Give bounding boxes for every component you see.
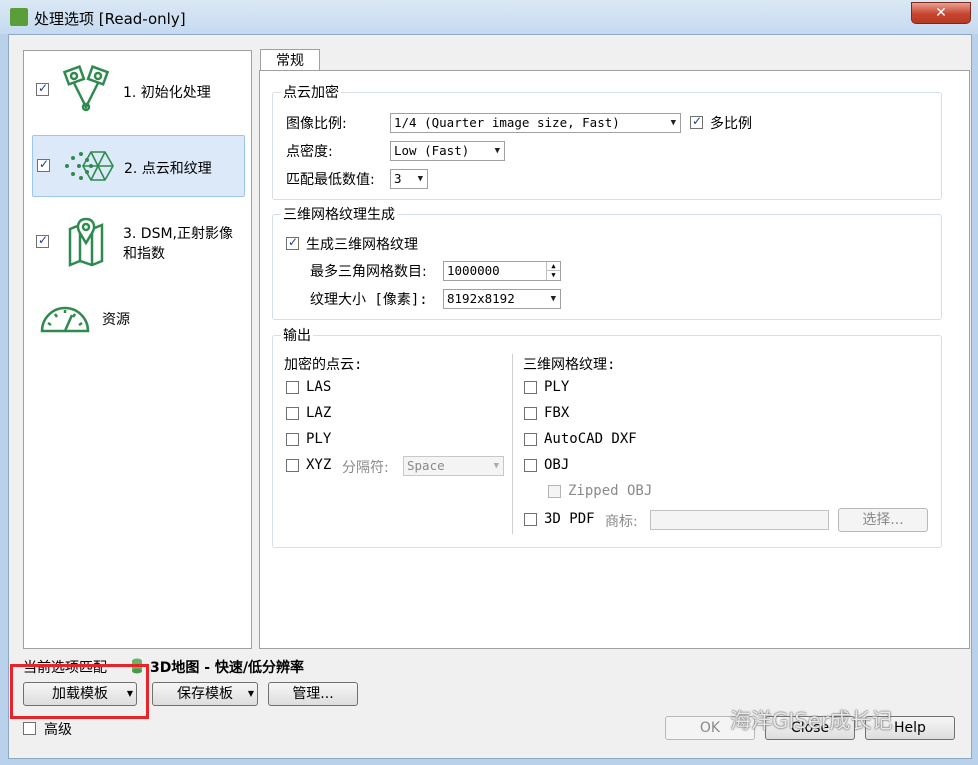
point-density-label: 点密度: <box>286 144 333 160</box>
point-cloud-icon <box>65 151 114 181</box>
gauge-icon <box>40 306 90 333</box>
chevron-down-icon: ▼ <box>493 461 499 471</box>
output-zipped-obj-label: Zipped OBJ <box>568 483 653 499</box>
output-fbx-label: FBX <box>544 405 570 421</box>
left-nav: 1. 初始化处理 2. 点云和纹理 3. DSM, <box>23 50 252 649</box>
texture-size-label: 纹理大小 [像素]: <box>310 292 428 308</box>
min-match-select[interactable]: 3 ▼ <box>390 169 428 189</box>
output-las-checkbox[interactable] <box>286 381 299 394</box>
texture-size-select[interactable]: 8192x8192 ▼ <box>443 289 561 309</box>
current-template-value: 3D地图 - 快速/低分辨率 <box>150 660 305 676</box>
tab-general[interactable]: 常规 <box>260 49 320 72</box>
nav-item-pointcloud-mesh[interactable]: 2. 点云和纹理 <box>32 135 245 197</box>
output-divider <box>512 354 513 534</box>
nav-label-resources: 资源 <box>102 312 130 328</box>
output-obj-checkbox[interactable] <box>524 459 537 472</box>
save-template-label: 保存模板 <box>177 686 233 702</box>
chevron-down-icon: ▼ <box>417 174 423 184</box>
nav-check-dsm[interactable] <box>36 233 49 248</box>
save-template-button[interactable]: 保存模板 ▼ <box>152 682 258 706</box>
delimiter-value: Space <box>407 458 445 473</box>
output-3dpdf-checkbox[interactable] <box>524 513 537 526</box>
group-mesh-title: 三维网格纹理生成 <box>281 204 397 224</box>
point-density-value: Low (Fast) <box>394 143 470 158</box>
output-3dpdf-label: 3D PDF <box>544 511 595 527</box>
output-fbx-checkbox[interactable] <box>524 407 537 420</box>
app-icon <box>10 8 28 26</box>
highlight-box <box>10 664 149 719</box>
mesh-output-header: 三维网格纹理: <box>523 357 616 373</box>
output-ply-checkbox[interactable] <box>286 433 299 446</box>
group-densify: 点云加密 图像比例: 1/4 (Quarter image size, Fast… <box>272 82 942 200</box>
point-density-select[interactable]: Low (Fast) ▼ <box>390 141 505 161</box>
pointcloud-output-header: 加密的点云: <box>284 357 363 373</box>
nav-label-initial: 1. 初始化处理 <box>123 85 211 101</box>
delimiter-label: 分隔符: <box>342 460 389 476</box>
min-match-label: 匹配最低数值: <box>286 172 375 188</box>
manage-button[interactable]: 管理... <box>268 682 358 706</box>
output-dxf-label: AutoCAD DXF <box>544 431 637 447</box>
output-mesh-ply-label: PLY <box>544 379 570 395</box>
output-laz-label: LAZ <box>306 405 332 421</box>
output-dxf-checkbox[interactable] <box>524 433 537 446</box>
output-mesh-ply-checkbox[interactable] <box>524 381 537 394</box>
max-triangles-input[interactable]: 1000000 ▲ ▼ <box>443 261 561 281</box>
output-las-label: LAS <box>306 379 332 395</box>
multiscale-checkbox[interactable] <box>690 114 703 129</box>
window-title: 处理选项 [Read-only] <box>34 10 186 28</box>
image-scale-label: 图像比例: <box>286 116 347 132</box>
logo-path-input[interactable] <box>650 510 829 530</box>
chevron-down-icon: ▼ <box>550 294 556 304</box>
choose-logo-button[interactable]: 选择... <box>838 508 928 532</box>
multiscale-label: 多比例 <box>710 116 752 132</box>
nav-item-initial-processing[interactable]: 1. 初始化处理 <box>32 57 243 127</box>
generate-mesh-label: 生成三维网格纹理 <box>306 237 418 253</box>
output-ply-label: PLY <box>306 431 332 447</box>
group-mesh: 三维网格纹理生成 生成三维网格纹理 最多三角网格数目: 1000000 ▲▼ 纹… <box>272 204 942 320</box>
nav-check-initial[interactable] <box>36 81 49 96</box>
output-xyz-checkbox[interactable] <box>286 459 299 472</box>
nav-item-dsm[interactable]: 3. DSM,正射影像 和指数 <box>32 211 243 277</box>
close-window-button[interactable]: ✕ <box>911 2 971 24</box>
texture-size-value: 8192x8192 <box>447 291 515 306</box>
group-densify-title: 点云加密 <box>281 82 341 102</box>
min-match-value: 3 <box>394 171 402 186</box>
group-output-title: 输出 <box>281 325 313 345</box>
delimiter-select[interactable]: Space ▼ <box>403 456 504 476</box>
max-triangles-label: 最多三角网格数目: <box>310 264 427 280</box>
advanced-checkbox[interactable] <box>23 722 36 735</box>
chevron-down-icon: ▼ <box>494 146 500 156</box>
output-obj-label: OBJ <box>544 457 570 473</box>
nav-label-dsm-line1: 3. DSM,正射影像 <box>123 226 234 242</box>
watermark: 海洋GISer成长记 <box>730 709 893 733</box>
output-xyz-label: XYZ <box>306 457 332 473</box>
generate-mesh-checkbox[interactable] <box>286 235 299 250</box>
nav-item-resources[interactable]: 资源 <box>32 295 243 341</box>
nav-check-pointcloud[interactable] <box>37 157 50 172</box>
max-triangles-value: 1000000 <box>447 263 500 278</box>
group-output: 输出 加密的点云: LAS LAZ PLY XYZ 分隔符: Space ▼ 三维… <box>272 325 942 548</box>
title-bar[interactable]: 处理选项 [Read-only] ✕ <box>0 0 978 34</box>
dropdown-arrow-icon: ▼ <box>247 689 254 698</box>
advanced-label: 高级 <box>44 722 72 738</box>
camera-pair-icon <box>62 65 110 112</box>
spin-down-icon[interactable]: ▼ <box>546 270 560 280</box>
logo-label: 商标: <box>605 514 638 530</box>
nav-label-dsm-line2: 和指数 <box>123 246 165 262</box>
nav-label-pointcloud: 2. 点云和纹理 <box>124 161 212 177</box>
map-pin-icon <box>68 217 104 267</box>
image-scale-value: 1/4 (Quarter image size, Fast) <box>394 115 620 130</box>
image-scale-select[interactable]: 1/4 (Quarter image size, Fast) ▼ <box>390 113 681 133</box>
output-zipped-obj-checkbox[interactable] <box>548 485 561 498</box>
chevron-down-icon: ▼ <box>670 118 676 128</box>
settings-panel: 点云加密 图像比例: 1/4 (Quarter image size, Fast… <box>259 70 970 649</box>
output-laz-checkbox[interactable] <box>286 407 299 420</box>
